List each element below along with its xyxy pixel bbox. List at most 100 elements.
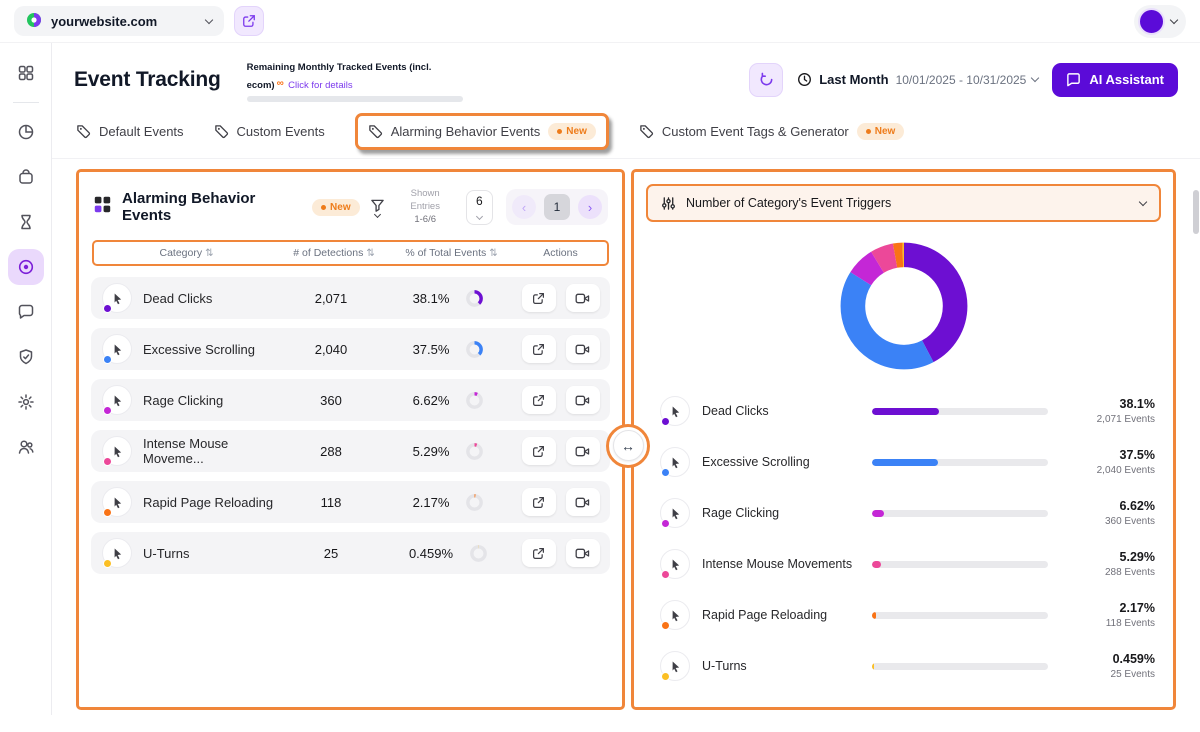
table-row: Dead Clicks 2,071 38.1% (91, 277, 610, 319)
video-replay-button[interactable] (566, 437, 600, 465)
legend-category-name: Rapid Page Reloading (702, 608, 827, 622)
legend-bar-track (872, 612, 1048, 619)
category-cursor-icon (102, 334, 132, 364)
legend-category-name: Excessive Scrolling (702, 455, 810, 469)
category-color-dot (661, 468, 670, 477)
tab-custom-event-tags-generator[interactable]: Custom Event Tags & GeneratorNew (639, 123, 904, 140)
mini-donut-indicator (465, 442, 484, 461)
open-details-button[interactable] (522, 284, 556, 312)
feedback-icon[interactable] (8, 294, 44, 330)
swap-panels-button[interactable]: ↔ (613, 430, 644, 461)
event-tracking-icon[interactable] (8, 249, 44, 285)
open-details-button[interactable] (522, 488, 556, 516)
category-cursor-icon (660, 549, 690, 579)
tab-label: Custom Events (237, 124, 325, 139)
open-details-button[interactable] (522, 386, 556, 414)
table-row: Rapid Page Reloading 118 2.17% (91, 481, 610, 523)
range-dates[interactable]: 10/01/2025 - 10/31/2025 (896, 73, 1039, 87)
prev-page-button[interactable]: ‹ (512, 195, 536, 219)
scrollbar[interactable] (1193, 190, 1199, 234)
mini-donut-indicator (465, 391, 484, 410)
column-header-of-total-events[interactable]: % of Total Events⇅ (389, 247, 514, 259)
category-color-dot (661, 621, 670, 630)
legend-bar-track (872, 408, 1048, 415)
tag-icon (639, 124, 654, 139)
tab-label: Custom Event Tags & Generator (662, 124, 849, 139)
legend-category-name: Intense Mouse Movements (702, 557, 852, 571)
legend-percent: 2.17% (1106, 601, 1155, 615)
mini-donut-indicator (465, 493, 484, 512)
video-replay-button[interactable] (566, 335, 600, 363)
category-cursor-icon (660, 396, 690, 426)
legend-events-count: 2,040 Events (1097, 465, 1155, 476)
site-name: yourwebsite.com (51, 14, 157, 29)
category-cursor-icon (102, 436, 132, 466)
video-replay-button[interactable] (566, 488, 600, 516)
percent-of-total: 37.5% (413, 342, 450, 357)
column-header-category[interactable]: Category⇅ (94, 247, 279, 259)
click-for-details-link[interactable]: Click for details (288, 80, 352, 91)
site-selector[interactable]: yourwebsite.com (14, 6, 224, 36)
account-menu[interactable] (1134, 5, 1186, 38)
legend-row: Intense Mouse Movements 5.29% 288 Events (660, 542, 1155, 586)
tag-icon (76, 124, 91, 139)
panel-resize-handle: ↔ (606, 424, 650, 468)
video-camera-icon (575, 343, 590, 356)
category-cursor-icon (102, 538, 132, 568)
category-name: Rapid Page Reloading (143, 495, 273, 510)
page-size-select[interactable]: 6 (466, 190, 493, 225)
page-header: Event Tracking Remaining Monthly Tracked… (52, 43, 1200, 110)
category-cursor-icon (660, 651, 690, 681)
detections-count: 25 (276, 546, 386, 561)
ecommerce-icon[interactable] (8, 159, 44, 195)
settings-gear-icon[interactable] (8, 384, 44, 420)
open-details-button[interactable] (522, 335, 556, 363)
chart-metric-dropdown[interactable]: Number of Category's Event Triggers (646, 184, 1161, 222)
security-shield-icon[interactable] (8, 339, 44, 375)
tag-icon (214, 124, 229, 139)
next-page-button[interactable]: › (578, 195, 602, 219)
external-link-icon (532, 343, 545, 356)
date-range-picker[interactable]: Last Month 10/01/2025 - 10/31/2025 (797, 72, 1038, 87)
current-page[interactable]: 1 (544, 194, 570, 220)
external-link-icon (532, 496, 545, 509)
category-color-dot (661, 672, 670, 681)
video-camera-icon (575, 445, 590, 458)
topbar: yourwebsite.com (0, 0, 1200, 42)
legend-bar-track (872, 459, 1048, 466)
filter-button[interactable] (370, 198, 385, 217)
category-color-dot (103, 304, 112, 313)
category-cursor-icon (660, 447, 690, 477)
percent-of-total: 0.459% (409, 546, 453, 561)
category-name: Excessive Scrolling (143, 342, 255, 357)
open-details-button[interactable] (522, 437, 556, 465)
tab-custom-events[interactable]: Custom Events (214, 124, 325, 139)
category-color-dot (103, 508, 112, 517)
analytics-icon[interactable] (8, 114, 44, 150)
chevron-down-icon (1031, 74, 1039, 82)
video-replay-button[interactable] (566, 284, 600, 312)
table-grid-icon (93, 195, 112, 219)
column-header-of-detections[interactable]: # of Detections⇅ (279, 247, 389, 259)
open-details-button[interactable] (522, 539, 556, 567)
infinity-icon: ∞ (277, 78, 284, 89)
legend-row: U-Turns 0.459% 25 Events (660, 644, 1155, 688)
users-icon[interactable] (8, 429, 44, 465)
swap-arrows-icon: ↔ (621, 438, 635, 454)
category-name: Dead Clicks (143, 291, 212, 306)
tab-alarming-behavior-events[interactable]: Alarming Behavior EventsNew (355, 113, 609, 150)
table-row: Rage Clicking 360 6.62% (91, 379, 610, 421)
video-camera-icon (575, 496, 590, 509)
hourglass-icon[interactable] (8, 204, 44, 240)
video-replay-button[interactable] (566, 539, 600, 567)
tab-default-events[interactable]: Default Events (76, 124, 184, 139)
percent-of-total: 5.29% (413, 444, 450, 459)
video-camera-icon (575, 394, 590, 407)
refresh-button[interactable] (749, 63, 783, 97)
dashboard-icon[interactable] (8, 55, 44, 91)
open-site-button[interactable] (234, 6, 264, 36)
ai-assistant-button[interactable]: AI Assistant (1052, 63, 1178, 97)
external-link-icon (242, 14, 256, 28)
video-replay-button[interactable] (566, 386, 600, 414)
chart-legend: Dead Clicks 38.1% 2,071 Events Excessive… (646, 387, 1161, 688)
